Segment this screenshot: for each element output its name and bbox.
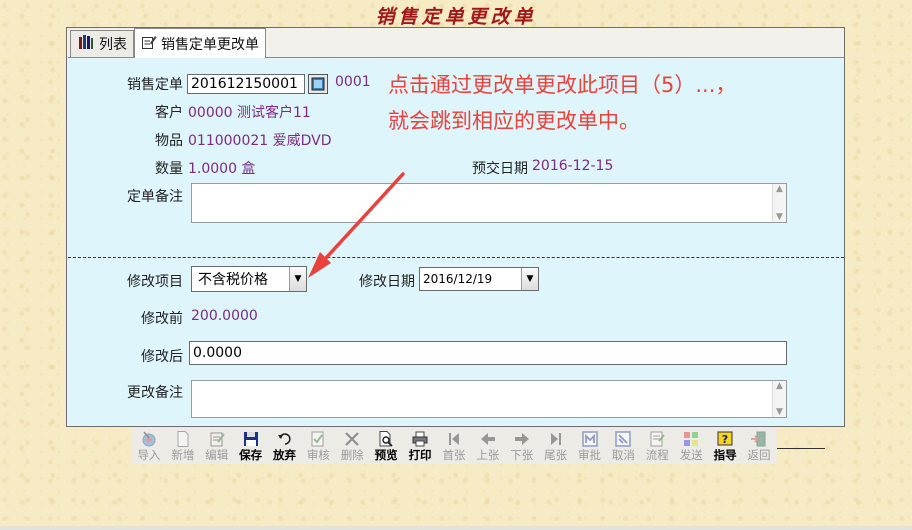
toolbar-button-next[interactable]: 下张	[505, 428, 539, 464]
toolbar-button-label: 预览	[374, 448, 398, 462]
exit-icon	[750, 430, 768, 448]
toolbar-button-preview[interactable]: 预览	[369, 428, 403, 464]
toolbar-button-exit[interactable]: 返回	[742, 428, 776, 464]
toolbar-button-label: 放弃	[273, 448, 296, 462]
flow-icon	[648, 430, 666, 448]
toolbar-button-label: 打印	[408, 448, 432, 462]
preview-icon	[377, 430, 395, 448]
edit-icon	[208, 430, 226, 448]
toolbar-button-first[interactable]: 首张	[437, 428, 471, 464]
help-icon: ?	[716, 430, 734, 448]
tab-list-label: 列表	[99, 37, 127, 53]
toolbar-button-edit[interactable]: 编辑	[200, 428, 234, 464]
edit-form-icon	[141, 34, 157, 54]
tab-change-order[interactable]: 销售定单更改单	[134, 28, 266, 58]
annotation-line-2-text: 就会跳到相应的更改单中。	[388, 109, 640, 133]
delete-icon	[343, 430, 361, 448]
cancel-approve-icon	[614, 430, 632, 448]
toolbar-button-label: 尾张	[544, 448, 568, 462]
toolbar-button-delete[interactable]: 删除	[335, 428, 369, 464]
toolbar-button-label: 下张	[510, 448, 534, 462]
annotation-line-1-text: 点击通过更改单更改此项目（5）...，	[388, 73, 737, 97]
new-doc-icon	[174, 430, 192, 448]
toolbar-button-label: 删除	[340, 448, 364, 462]
toolbar-button-label: 指导	[713, 448, 737, 462]
toolbar-button-cancel-approve[interactable]: 取消	[606, 428, 640, 464]
toolbar-button-flow[interactable]: 流程	[640, 428, 674, 464]
toolbar-button-label: 保存	[239, 448, 263, 462]
tab-list[interactable]: 列表	[70, 30, 134, 57]
toolbar-button-prev[interactable]: 上张	[471, 428, 505, 464]
bottom-strip	[0, 526, 912, 530]
toolbar-button-label: 编辑	[205, 448, 229, 462]
send-icon	[682, 430, 700, 448]
page-title: 销售定单更改单	[375, 6, 537, 28]
books-icon	[77, 34, 95, 54]
last-icon	[547, 430, 565, 448]
toolbar-button-label: 审核	[306, 448, 330, 462]
toolbar-button-approve[interactable]: 审批	[573, 428, 607, 464]
toolbar-button-import[interactable]: 导入	[132, 428, 166, 464]
toolbar-button-audit[interactable]: 审核	[301, 428, 335, 464]
import-icon	[140, 430, 158, 448]
first-icon	[445, 430, 463, 448]
toolbar-button-print[interactable]: 打印	[403, 428, 437, 464]
toolbar-button-send[interactable]: 发送	[674, 428, 708, 464]
audit-icon	[309, 430, 327, 448]
toolbar-button-label: 上张	[476, 448, 500, 462]
toolbar-button-save[interactable]: 保存	[234, 428, 268, 464]
approve-icon	[581, 430, 599, 448]
tab-change-order-label: 销售定单更改单	[161, 36, 259, 53]
next-icon	[513, 430, 531, 448]
toolbar-button-last[interactable]: 尾张	[539, 428, 573, 464]
toolbar-button-label: 流程	[645, 448, 669, 462]
prev-icon	[479, 430, 497, 448]
print-icon	[411, 430, 429, 448]
toolbar-button-undo[interactable]: 放弃	[268, 428, 302, 464]
toolbar-button-label: 首张	[442, 448, 466, 462]
toolbar: 导入 新增 编辑 保存 放弃 审核 删除 预览 打印 首张 上张 下张 尾张 审批 取消 流程 发送? 指导 返回	[132, 428, 777, 464]
toolbar-button-label: 导入	[137, 448, 161, 462]
toolbar-button-help[interactable]: ? 指导	[708, 428, 742, 464]
undo-icon	[276, 430, 294, 448]
toolbar-button-label: 审批	[578, 448, 602, 462]
toolbar-button-label: 发送	[679, 448, 703, 462]
toolbar-button-label: 新增	[171, 448, 195, 462]
toolbar-button-label: 取消	[611, 448, 635, 462]
save-icon	[242, 430, 260, 448]
toolbar-button-new-doc[interactable]: 新增	[166, 428, 200, 464]
toolbar-button-label: 返回	[747, 448, 771, 462]
svg-text:?: ?	[722, 433, 728, 446]
tab-bar: 列表 销售定单更改单	[67, 28, 844, 58]
